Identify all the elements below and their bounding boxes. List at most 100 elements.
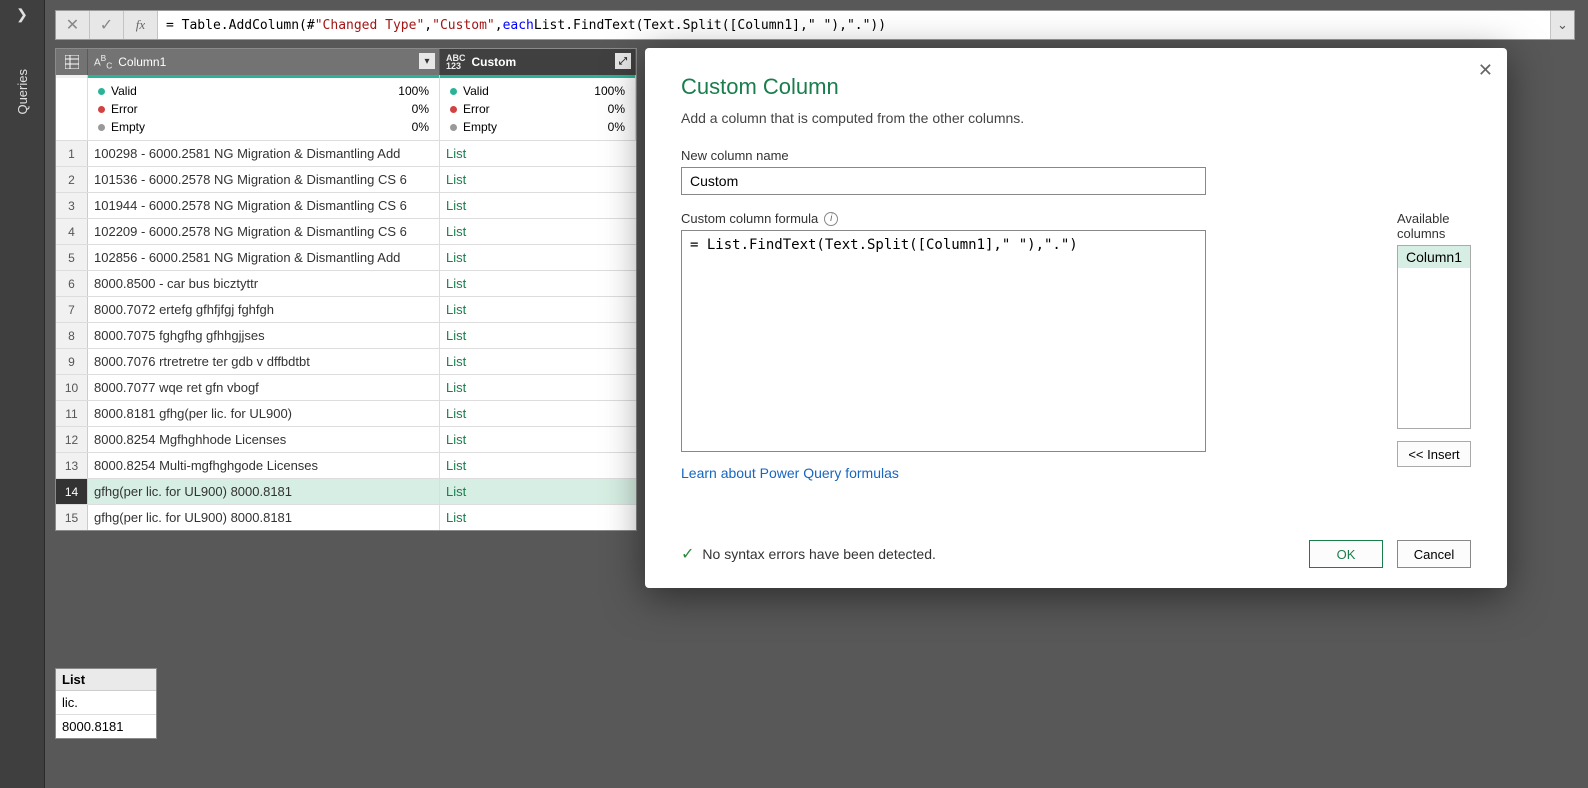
insert-button[interactable]: << Insert	[1397, 441, 1471, 467]
table-row[interactable]: 14gfhg(per lic. for UL900) 8000.8181List	[56, 478, 636, 504]
cell-column1[interactable]: 102209 - 6000.2578 NG Migration & Disman…	[88, 219, 440, 244]
cell-custom[interactable]: List	[440, 427, 636, 452]
cell-custom[interactable]: List	[440, 479, 636, 504]
table-row[interactable]: 2101536 - 6000.2578 NG Migration & Disma…	[56, 166, 636, 192]
column-filter-icon[interactable]: ▾	[419, 53, 435, 69]
queries-label[interactable]: Queries	[15, 69, 30, 115]
table-row[interactable]: 118000.8181 gfhg(per lic. for UL900)List	[56, 400, 636, 426]
stat-value: 0%	[412, 120, 429, 134]
name-field-label: New column name	[681, 148, 1471, 163]
stat-value: 0%	[608, 120, 625, 134]
stat-label: Valid	[111, 84, 137, 98]
cell-custom[interactable]: List	[440, 401, 636, 426]
formula-field-label: Custom column formula i	[681, 211, 1379, 226]
table-row[interactable]: 15gfhg(per lic. for UL900) 8000.8181List	[56, 504, 636, 530]
cell-custom[interactable]: List	[440, 219, 636, 244]
table-row[interactable]: 88000.7075 fghgfhg gfhhgjjsesList	[56, 322, 636, 348]
formula-input[interactable]: = Table.AddColumn(# "Changed Type" , "Cu…	[158, 11, 1550, 39]
dialog-subtitle: Add a column that is computed from the o…	[681, 110, 1471, 126]
stat-label: Error	[463, 102, 490, 116]
learn-link[interactable]: Learn about Power Query formulas	[681, 465, 899, 481]
row-number: 9	[56, 349, 88, 374]
info-icon[interactable]: i	[824, 212, 838, 226]
column-header-custom[interactable]: ABC123 Custom ⤢	[440, 49, 636, 75]
cell-column1[interactable]: 8000.7076 rtretretre ter gdb v dffbdtbt	[88, 349, 440, 374]
cell-column1[interactable]: 8000.8181 gfhg(per lic. for UL900)	[88, 401, 440, 426]
cell-custom[interactable]: List	[440, 245, 636, 270]
dialog-title: Custom Column	[681, 74, 1471, 100]
cancel-button[interactable]: Cancel	[1397, 540, 1471, 568]
accept-formula-icon[interactable]: ✓	[90, 11, 124, 39]
table-row[interactable]: 3101944 - 6000.2578 NG Migration & Disma…	[56, 192, 636, 218]
table-icon[interactable]	[56, 49, 88, 75]
cell-column1[interactable]: 8000.8500 - car bus bicztyttr	[88, 271, 440, 296]
cell-column1[interactable]: 8000.8254 Mgfhghhode Licenses	[88, 427, 440, 452]
fx-icon[interactable]: fx	[124, 11, 158, 39]
empty-dot-icon	[450, 124, 457, 131]
cell-custom[interactable]: List	[440, 167, 636, 192]
row-number: 15	[56, 505, 88, 530]
valid-dot-icon	[98, 88, 105, 95]
stat-label: Empty	[111, 120, 145, 134]
cell-custom[interactable]: List	[440, 453, 636, 478]
table-row[interactable]: 108000.7077 wqe ret gfn vbogfList	[56, 374, 636, 400]
table-row[interactable]: 138000.8254 Multi-mgfhghgode LicensesLis…	[56, 452, 636, 478]
formula-bar: ✕ ✓ fx = Table.AddColumn(# "Changed Type…	[55, 10, 1575, 40]
data-grid: ABC Column1 ▾ ABC123 Custom ⤢ Valid100% …	[55, 48, 637, 531]
formula-text: ,	[495, 18, 503, 33]
row-number: 10	[56, 375, 88, 400]
ok-button[interactable]: OK	[1309, 540, 1383, 568]
row-number: 14	[56, 479, 88, 504]
preview-header: List	[56, 669, 156, 691]
column-header-label: Custom	[472, 55, 517, 69]
cell-column1[interactable]: 8000.7077 wqe ret gfn vbogf	[88, 375, 440, 400]
cell-column1[interactable]: 8000.7072 ertefg gfhfjfgj fghfgh	[88, 297, 440, 322]
empty-dot-icon	[98, 124, 105, 131]
cell-column1[interactable]: 101536 - 6000.2578 NG Migration & Disman…	[88, 167, 440, 192]
row-number: 6	[56, 271, 88, 296]
close-icon[interactable]: ✕	[1478, 60, 1493, 81]
row-number: 2	[56, 167, 88, 192]
table-row[interactable]: 68000.8500 - car bus bicztyttrList	[56, 270, 636, 296]
cell-column1[interactable]: gfhg(per lic. for UL900) 8000.8181	[88, 505, 440, 530]
available-columns-label: Available columns	[1397, 211, 1471, 241]
cell-custom[interactable]: List	[440, 271, 636, 296]
cell-column1[interactable]: 8000.7075 fghgfhg gfhhgjjses	[88, 323, 440, 348]
table-row[interactable]: 128000.8254 Mgfhghhode LicensesList	[56, 426, 636, 452]
table-row[interactable]: 5102856 - 6000.2581 NG Migration & Disma…	[56, 244, 636, 270]
stat-label: Error	[111, 102, 138, 116]
table-row[interactable]: 78000.7072 ertefg gfhfjfgj fghfghList	[56, 296, 636, 322]
custom-column-dialog: ✕ Custom Column Add a column that is com…	[645, 48, 1507, 588]
cell-column1[interactable]: 102856 - 6000.2581 NG Migration & Disman…	[88, 245, 440, 270]
stat-value: 0%	[412, 102, 429, 116]
cell-column1[interactable]: 101944 - 6000.2578 NG Migration & Disman…	[88, 193, 440, 218]
cell-custom[interactable]: List	[440, 193, 636, 218]
table-row[interactable]: 4102209 - 6000.2578 NG Migration & Disma…	[56, 218, 636, 244]
table-row[interactable]: 98000.7076 rtretretre ter gdb v dffbdtbt…	[56, 348, 636, 374]
cell-custom[interactable]: List	[440, 323, 636, 348]
cell-custom[interactable]: List	[440, 141, 636, 166]
available-column-item[interactable]: Column1	[1398, 246, 1470, 268]
formula-text: "Custom"	[432, 18, 495, 33]
expand-column-icon[interactable]: ⤢	[615, 53, 631, 69]
cell-custom[interactable]: List	[440, 505, 636, 530]
status-message: ✓ No syntax errors have been detected.	[681, 544, 936, 564]
table-row[interactable]: 1100298 - 6000.2581 NG Migration & Disma…	[56, 140, 636, 166]
expand-queries-icon[interactable]: ❯	[0, 0, 44, 29]
cell-column1[interactable]: gfhg(per lic. for UL900) 8000.8181	[88, 479, 440, 504]
cell-custom[interactable]: List	[440, 349, 636, 374]
column-stats: Valid100% Error0% Empty0% Valid100% Erro…	[56, 78, 636, 140]
preview-item[interactable]: lic.	[56, 691, 156, 715]
preview-item[interactable]: 8000.8181	[56, 715, 156, 738]
cell-custom[interactable]: List	[440, 375, 636, 400]
column-header-column1[interactable]: ABC Column1 ▾	[88, 49, 440, 75]
column-name-input[interactable]	[681, 167, 1206, 195]
cell-custom[interactable]: List	[440, 297, 636, 322]
cell-column1[interactable]: 8000.8254 Multi-mgfhghgode Licenses	[88, 453, 440, 478]
cancel-formula-icon[interactable]: ✕	[56, 11, 90, 39]
formula-text: = Table.AddColumn(#	[166, 18, 315, 33]
formula-input[interactable]	[681, 230, 1206, 452]
grid-header: ABC Column1 ▾ ABC123 Custom ⤢	[56, 49, 636, 75]
cell-column1[interactable]: 100298 - 6000.2581 NG Migration & Disman…	[88, 141, 440, 166]
formula-dropdown-icon[interactable]: ⌄	[1550, 11, 1574, 39]
